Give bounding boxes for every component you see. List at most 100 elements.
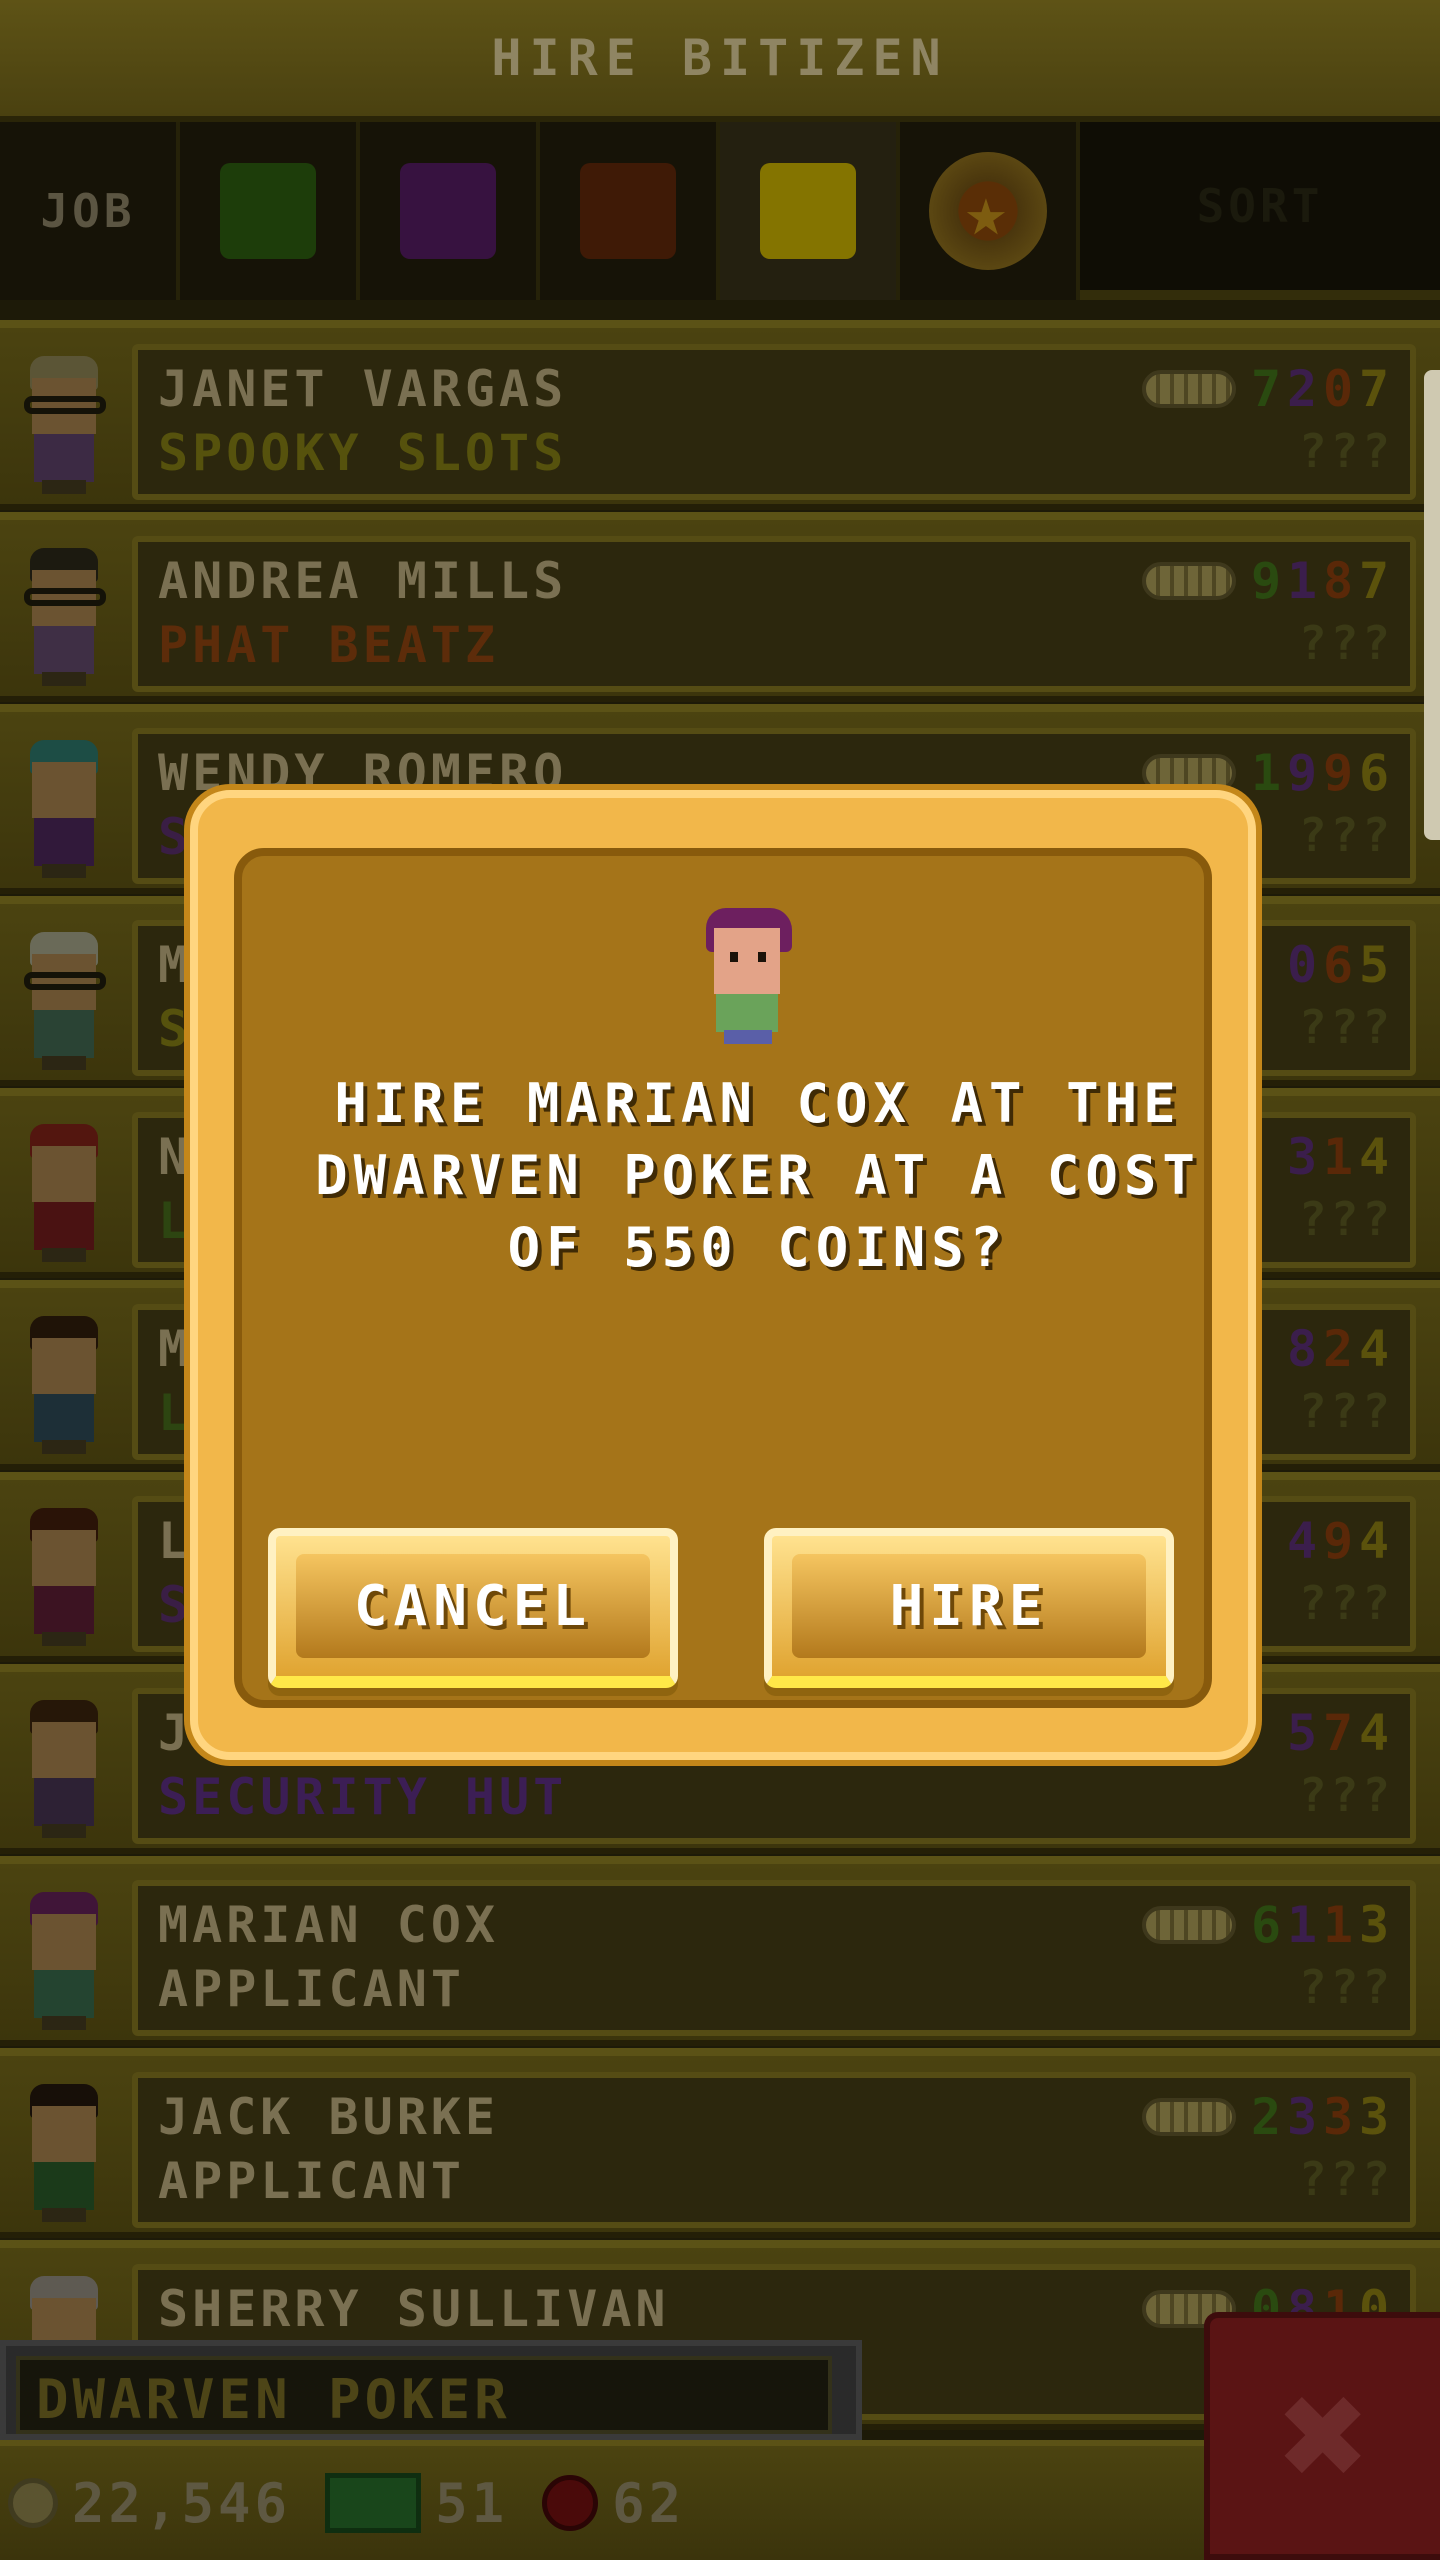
skill-value: 1 [1286, 1896, 1322, 1954]
bux-count: 51 [435, 2471, 509, 2535]
bitizen-job: PHAT BEATZ [158, 616, 500, 674]
bitizen-name: L [158, 1512, 193, 1570]
skill-ratings: 7207 [1142, 360, 1394, 418]
skill-value: 3 [1358, 2088, 1394, 2146]
bitizen-name: N [158, 1128, 193, 1186]
bitizen-avatar [14, 1508, 114, 1648]
skill-value: 9 [1322, 744, 1358, 802]
bitizen-name: JANET VARGAS [158, 360, 568, 418]
bitizen-job: L [158, 1192, 193, 1250]
sort-label: SORT [1196, 179, 1324, 233]
close-button[interactable]: ✖ [1204, 2312, 1440, 2560]
floor-label-panel: DWARVEN POKER [0, 2340, 862, 2440]
skill-value: 2 [1250, 2088, 1286, 2146]
skill-value: 4 [1358, 1128, 1394, 1186]
skill-value: 3 [1286, 2088, 1322, 2146]
bitizen-row[interactable]: JACK BURKE APPLICANT 2333 ??? [0, 2048, 1440, 2238]
bitizen-avatar [14, 548, 114, 688]
skill-value: 2 [1322, 1320, 1358, 1378]
bitizen-avatar [14, 356, 114, 496]
hire-button[interactable]: HIRE [764, 1528, 1174, 1688]
dream-job-unknown: ??? [1298, 1192, 1394, 1246]
filter-retail-button[interactable] [720, 122, 900, 300]
skill-value: 8 [1286, 1320, 1322, 1378]
skill-value: 7 [1358, 360, 1394, 418]
bitizen-avatar [700, 908, 800, 1048]
bitizen-row[interactable]: JANET VARGAS SPOOKY SLOTS 7207 ??? [0, 320, 1440, 510]
filter-service-button[interactable] [360, 122, 540, 300]
hire-label: HIRE [889, 1573, 1049, 1639]
dream-job-unknown: ??? [1298, 1384, 1394, 1438]
bitizen-avatar [14, 1892, 114, 2032]
dream-job-unknown: ??? [1298, 808, 1394, 862]
bitizen-job: APPLICANT [158, 1960, 465, 2018]
dream-job-unknown: ??? [1298, 1768, 1394, 1822]
bitizen-avatar [14, 2084, 114, 2224]
skill-value: 6 [1250, 1896, 1286, 1954]
skill-value: 0 [1286, 936, 1322, 994]
skill-ratings: 9187 [1142, 552, 1394, 610]
page-title: HIRE BITIZEN [491, 29, 949, 87]
job-filter-label: JOB [0, 122, 180, 300]
bitizen-name: M [158, 936, 193, 994]
skill-value: 6 [1322, 936, 1358, 994]
retail-category-icon [760, 163, 856, 259]
bitizen-name: ANDREA MILLS [158, 552, 568, 610]
coin-icon [1142, 754, 1236, 792]
skill-value: 8 [1322, 552, 1358, 610]
filter-dream-job-button[interactable]: ★ [900, 122, 1080, 300]
bitizen-name: M [158, 1320, 193, 1378]
sort-button[interactable]: SORT [1080, 122, 1440, 290]
skill-ratings: 2333 [1142, 2088, 1394, 2146]
close-icon: ✖ [1279, 2349, 1371, 2523]
bitizen-avatar [14, 1700, 114, 1840]
floor-name: DWARVEN POKER [16, 2356, 832, 2434]
bitizen-job: SECURITY HUT [158, 1768, 568, 1826]
skill-value: 3 [1358, 1896, 1394, 1954]
dream-job-unknown: ??? [1298, 1576, 1394, 1630]
bitizen-job: S [158, 1576, 193, 1634]
skill-value: 9 [1322, 1512, 1358, 1570]
dialog-message: HIRE MARIAN COX AT THE DWARVEN POKER AT … [315, 1072, 1201, 1279]
skill-value: 4 [1358, 1320, 1394, 1378]
skill-value: 5 [1358, 936, 1394, 994]
skill-value: 5 [1286, 1704, 1322, 1762]
skill-value: 6 [1358, 744, 1394, 802]
bitizen-card: MARIAN COX APPLICANT 6113 ??? [132, 1880, 1416, 2036]
header-bar: HIRE BITIZEN [0, 0, 1440, 122]
filter-food-button[interactable] [180, 122, 360, 300]
bitizen-row[interactable]: MARIAN COX APPLICANT 6113 ??? [0, 1856, 1440, 2046]
coin-icon [1142, 562, 1236, 600]
skill-value: 4 [1358, 1704, 1394, 1762]
filter-recreation-button[interactable] [540, 122, 720, 300]
star-icon: ★ [929, 152, 1047, 270]
scrollbar-thumb[interactable] [1424, 370, 1440, 840]
bitizen-name: JACK BURKE [158, 2088, 500, 2146]
bitizen-card: JACK BURKE APPLICANT 2333 ??? [132, 2072, 1416, 2228]
bitizen-card: ANDREA MILLS PHAT BEATZ 9187 ??? [132, 536, 1416, 692]
bitizen-avatar [14, 740, 114, 880]
skill-value: 4 [1286, 1512, 1322, 1570]
cancel-button[interactable]: CANCEL [268, 1528, 678, 1688]
job-filter-bar: JOB ★ SORT [0, 122, 1440, 300]
cancel-label: CANCEL [353, 1573, 593, 1639]
bitizen-job: SPOOKY SLOTS [158, 424, 568, 482]
skill-value: 2 [1286, 360, 1322, 418]
bitizen-row[interactable]: ANDREA MILLS PHAT BEATZ 9187 ??? [0, 512, 1440, 702]
dream-job-unknown: ??? [1298, 616, 1394, 670]
bitizen-name: MARIAN COX [158, 1896, 500, 1954]
skill-value: 9 [1250, 552, 1286, 610]
coin-count: 22,546 [72, 2471, 292, 2535]
gem-count: 62 [612, 2471, 686, 2535]
skill-value: 9 [1286, 744, 1322, 802]
dream-job-unknown: ??? [1298, 1000, 1394, 1054]
recreation-category-icon [580, 163, 676, 259]
dream-job-unknown: ??? [1298, 2152, 1394, 2206]
skill-value: 3 [1322, 2088, 1358, 2146]
skill-ratings: 6113 [1142, 1896, 1394, 1954]
job-label: JOB [40, 184, 136, 238]
coin-icon [8, 2478, 58, 2528]
coin-icon [1142, 370, 1236, 408]
skill-value: 1 [1322, 1896, 1358, 1954]
skill-value: 7 [1322, 1704, 1358, 1762]
